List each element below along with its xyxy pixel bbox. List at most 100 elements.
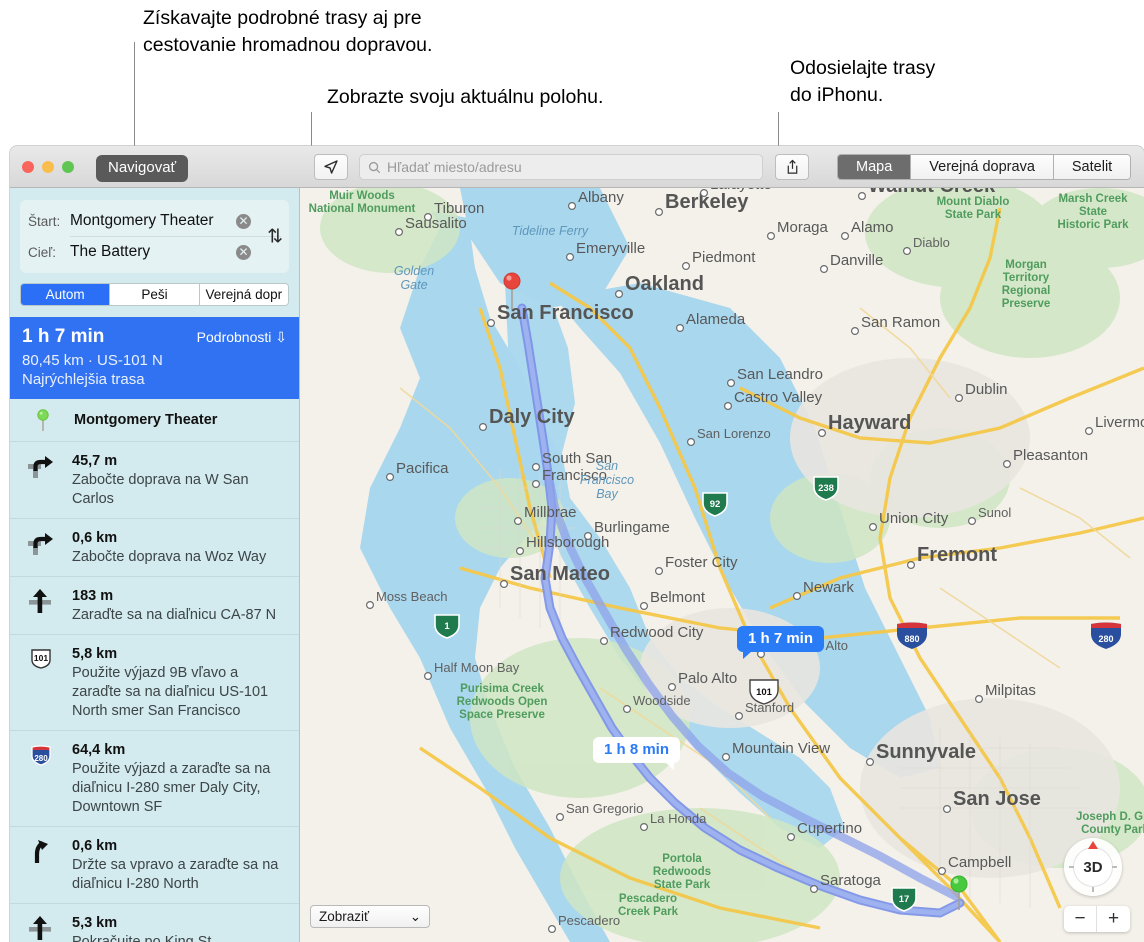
svg-text:92: 92 [710,499,721,510]
map-water-label: Francisco [580,473,634,487]
table-row[interactable]: 101 5,8 km Použite výjazd 9B vľavo a zar… [10,635,299,731]
map-city-label: Livermore [1095,414,1144,431]
map-city-dot [902,246,911,255]
share-button[interactable] [775,154,809,180]
mode-autom[interactable]: Autom [21,284,111,305]
map-park-label: Territory [1003,272,1050,284]
zoom-in-button[interactable]: + [1097,906,1130,932]
map-city-label: Alamo [851,219,894,236]
table-row[interactable]: 0,6 km Držte sa vpravo a zaraďte sa na d… [10,827,299,904]
show-select-label: Zobraziť [319,909,370,924]
step-distance: 0,6 km [72,838,118,854]
map-water-label: San [596,459,618,473]
current-location-button[interactable] [314,154,348,180]
clear-start-icon[interactable]: ✕ [236,213,251,229]
map-city-dot [500,580,509,589]
tab-mapa[interactable]: Mapa [838,155,912,179]
table-row[interactable]: 0,6 km Zabočte doprava na Woz Way [10,519,299,577]
end-row[interactable]: Cieľ: The Battery ✕ [20,237,289,267]
map-city-dot [793,592,802,601]
map-city-dot [850,327,859,336]
map-city-dot [365,601,374,610]
show-select[interactable]: Zobraziť ⌄ [310,905,430,928]
table-row[interactable]: 183 m Zaraďte sa na diaľnicu CA-87 N [10,577,299,635]
route-fastest-note: Najrýchlejšia trasa [22,371,145,388]
map-city-dot [640,602,649,611]
window-titlebar: Navigovať Hľadať miesto/adresu Mapa Vere… [10,146,1144,188]
map-city-label: La Honda [650,811,707,826]
minimize-button[interactable] [42,160,54,173]
map-city-label: Woodside [633,693,691,708]
map-park-label: Regional [1002,285,1051,297]
map-city-dot [868,523,877,532]
map-city-label: Moraga [777,219,829,236]
map-park-label: Muir Woods [329,190,395,202]
step-instruction: Pokračujte po King St [72,934,212,942]
route-badge-alternate[interactable]: 1 h 8 min [593,737,681,770]
map-pin-green-icon [20,407,66,433]
map-city-dot [967,517,976,526]
map-city-label: Mountain View [732,740,830,757]
map-city-label: Redwood City [610,624,704,641]
map-city-label: Sunnyvale [876,741,976,763]
route-details-toggle[interactable]: Podrobnosti ⇩ [197,329,287,346]
end-value[interactable]: The Battery [70,243,236,261]
map-city-dot [1084,427,1093,436]
compass-3d-control[interactable]: 3D [1064,838,1122,896]
map-city-dot [865,757,874,766]
search-input[interactable]: Hľadať miesto/adresu [359,154,763,180]
map-city-dot [942,804,951,813]
map-city-label: Campbell [948,854,1011,871]
route-summary-card[interactable]: 1 h 7 min Podrobnosti ⇩ 80,45 km · US-10… [10,317,299,399]
map-city-label: Fremont [917,544,997,566]
map-city-label: Danville [830,252,883,269]
svg-text:280: 280 [1098,634,1113,644]
zoom-out-button[interactable]: − [1064,906,1097,932]
map-city-dot [937,866,946,875]
zoom-controls[interactable]: − + [1064,906,1130,932]
tab-satelit[interactable]: Satelit [1053,155,1131,179]
travel-mode-segmented-control[interactable]: Autom Peši Verejná dopr [20,283,289,306]
map-park-label: State Park [945,209,1002,221]
start-label: Štart: [28,213,61,229]
compass-3d-label[interactable]: 3D [1074,848,1112,886]
table-row[interactable]: 5,3 km Pokračujte po King St [10,904,299,942]
tab-verejna-doprava[interactable]: Verejná doprava [911,155,1054,179]
table-row[interactable]: 45,7 m Zabočte doprava na W San Carlos [10,442,299,519]
map-view-segmented-control[interactable]: Mapa Verejná doprava Satelit [837,154,1132,180]
map-city-dot [817,429,826,438]
map-city-dot [548,924,557,933]
map-city-label: Hillsborough [526,534,609,551]
list-item[interactable]: Montgomery Theater [10,399,299,442]
map-city-label: San Francisco [497,302,634,324]
route-details-label: Podrobnosti [196,329,272,345]
origin-name: Montgomery Theater [74,412,218,428]
map-city-dot [487,319,496,328]
map-city-dot [727,379,736,388]
zoom-button[interactable] [62,160,74,173]
map-city-dot [787,832,796,841]
step-distance: 5,3 km [72,915,118,931]
callout-share-text: Odosielajte trasy do iPhonu. [790,57,936,106]
straight-icon [18,586,64,614]
map-water-label: Tideline Ferry [512,224,589,238]
mode-pesi[interactable]: Peši [110,284,200,305]
close-button[interactable] [22,160,34,173]
map-city-dot [600,637,609,646]
map-city-label: Alameda [686,311,746,328]
straight-icon [18,913,64,941]
route-badge-primary[interactable]: 1 h 7 min [737,626,825,659]
map-canvas[interactable]: Berkeley Oakland San Francisco Daly City Hay… [300,188,1144,942]
start-row[interactable]: Štart: Montgomery Theater ✕ [20,206,289,236]
start-value[interactable]: Montgomery Theater [70,212,236,230]
mode-verejna-dopr[interactable]: Verejná dopr [199,284,288,305]
swap-endpoints-icon[interactable]: ⇅ [267,225,283,248]
map-city-dot [668,683,677,692]
step-distance: 45,7 m [72,453,118,469]
svg-text:17: 17 [899,894,910,905]
table-row[interactable]: 280 64,4 km Použite výjazd a zaraďte sa … [10,731,299,827]
clear-end-icon[interactable]: ✕ [236,244,251,260]
map-city-dot [568,202,577,211]
step-instruction: Zabočte doprava na Woz Way [72,549,267,565]
map-city-label: Diablo [913,235,950,250]
